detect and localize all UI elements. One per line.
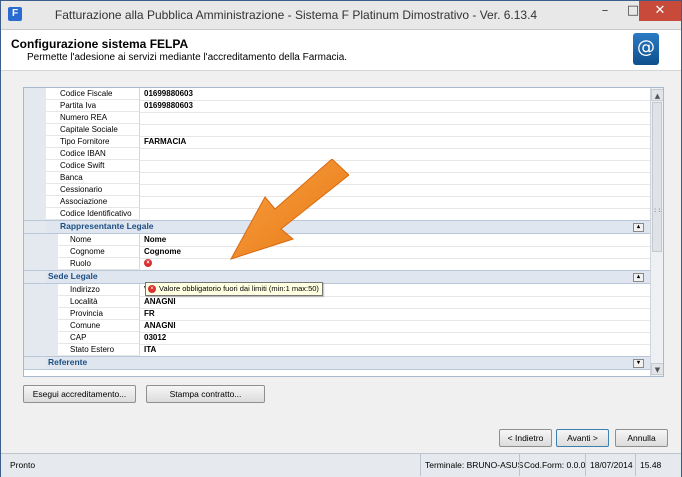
property-label: Località bbox=[58, 296, 140, 308]
scroll-down-arrow-icon[interactable]: ▼ bbox=[651, 363, 663, 375]
esegui-accreditamento-button[interactable]: Esegui accreditamento... bbox=[23, 385, 136, 403]
category-title: Sede Legale bbox=[48, 271, 98, 281]
back-button[interactable]: < Indietro bbox=[499, 429, 552, 447]
row-gutter bbox=[24, 124, 46, 136]
row-gutter bbox=[24, 308, 58, 320]
property-label: Associazione bbox=[46, 196, 140, 208]
row-gutter bbox=[24, 184, 46, 196]
row-gutter bbox=[24, 160, 46, 172]
page-subtitle: Permette l'adesione ai servizi mediante … bbox=[27, 52, 348, 63]
window-title: Fatturazione alla Pubblica Amministrazio… bbox=[54, 8, 538, 22]
row-gutter bbox=[24, 221, 46, 233]
error-icon: × bbox=[148, 284, 156, 293]
property-row-cap[interactable]: CAP 03012 bbox=[24, 332, 650, 345]
property-label: Cognome bbox=[58, 246, 140, 258]
title-bar: F Fatturazione alla Pubblica Amministraz… bbox=[1, 1, 681, 30]
cancel-button[interactable]: Annulla bbox=[615, 429, 668, 447]
property-row-partita-iva[interactable]: Partita Iva 01699880603 bbox=[24, 100, 650, 113]
scrollbar-grip-icon: :: bbox=[653, 206, 662, 214]
minimize-button[interactable]: – bbox=[591, 1, 619, 21]
property-label: CAP bbox=[58, 332, 140, 344]
close-button[interactable]: ✕ bbox=[639, 1, 681, 21]
status-text: Pronto bbox=[10, 460, 36, 470]
property-label: Provincia bbox=[58, 308, 140, 320]
row-gutter bbox=[24, 208, 46, 220]
property-label: Indirizzo bbox=[58, 284, 140, 296]
status-time: 15.48 bbox=[635, 454, 661, 476]
row-gutter bbox=[24, 357, 46, 369]
row-gutter bbox=[24, 332, 58, 344]
row-gutter bbox=[24, 88, 46, 100]
felpa-logo-icon: @ bbox=[633, 33, 659, 65]
row-gutter bbox=[24, 320, 58, 332]
property-label: Ruolo bbox=[58, 258, 140, 270]
category-referente[interactable]: Referente ▾ bbox=[24, 356, 650, 370]
stampa-contratto-button[interactable]: Stampa contratto... bbox=[146, 385, 265, 403]
property-label: Codice IBAN bbox=[46, 148, 140, 160]
property-label: Banca bbox=[46, 172, 140, 184]
row-gutter bbox=[24, 284, 58, 296]
category-title: Rappresentante Legale bbox=[60, 221, 154, 231]
property-row-codice-fiscale[interactable]: Codice Fiscale 01699880603 bbox=[24, 88, 650, 101]
property-row-tipo-fornitore[interactable]: Tipo Fornitore FARMACIA bbox=[24, 136, 650, 149]
row-gutter bbox=[24, 258, 58, 270]
row-gutter bbox=[24, 172, 46, 184]
next-button[interactable]: Avanti > bbox=[556, 429, 609, 447]
scrollbar-thumb[interactable] bbox=[652, 102, 662, 252]
property-row-stato-estero[interactable]: Stato Estero ITA bbox=[24, 344, 650, 357]
status-cod-form: Cod.Form: 0.0.0 bbox=[519, 454, 585, 476]
property-row-comune[interactable]: Comune ANAGNI bbox=[24, 320, 650, 333]
status-bar: Pronto Terminale: BRUNO-ASUS Cod.Form: 0… bbox=[1, 453, 681, 477]
application-window: F Fatturazione alla Pubblica Amministraz… bbox=[0, 0, 682, 477]
property-row-indirizzo[interactable]: Indirizzo V bbox=[24, 284, 650, 297]
scroll-up-arrow-icon[interactable]: ▲ bbox=[651, 89, 663, 101]
expand-toggle-icon[interactable]: ▾ bbox=[633, 359, 644, 368]
page-title: Configurazione sistema FELPA bbox=[11, 37, 189, 51]
category-sede-legale[interactable]: Sede Legale ▴ bbox=[24, 270, 650, 284]
collapse-toggle-icon[interactable]: ▴ bbox=[633, 273, 644, 282]
property-label: Tipo Fornitore bbox=[46, 136, 140, 148]
row-gutter bbox=[24, 136, 46, 148]
property-label: Partita Iva bbox=[46, 100, 140, 112]
property-row-provincia[interactable]: Provincia FR bbox=[24, 308, 650, 321]
validation-tooltip: × Valore obbligatorio fuori dai limiti (m… bbox=[145, 282, 323, 296]
row-gutter bbox=[24, 148, 46, 160]
collapse-toggle-icon[interactable]: ▴ bbox=[633, 223, 644, 232]
property-label: Capitale Sociale bbox=[46, 124, 140, 136]
property-label: Cessionario bbox=[46, 184, 140, 196]
property-row-localita[interactable]: Località ANAGNI bbox=[24, 296, 650, 309]
property-row-capitale-sociale[interactable]: Capitale Sociale bbox=[24, 124, 650, 137]
status-terminal: Terminale: BRUNO-ASUS bbox=[420, 454, 523, 476]
status-date: 18/07/2014 bbox=[585, 454, 633, 476]
property-row-numero-rea[interactable]: Numero REA bbox=[24, 112, 650, 125]
page-header: Configurazione sistema FELPA Permette l'… bbox=[1, 30, 681, 71]
property-label: Nome bbox=[58, 234, 140, 246]
property-label: Numero REA bbox=[46, 112, 140, 124]
row-gutter bbox=[24, 344, 58, 356]
row-gutter bbox=[24, 100, 46, 112]
row-gutter bbox=[24, 112, 46, 124]
property-label: Comune bbox=[58, 320, 140, 332]
tooltip-text: Valore obbligatorio fuori dai limiti (mi… bbox=[159, 284, 319, 293]
row-gutter bbox=[24, 234, 58, 246]
row-gutter bbox=[24, 196, 46, 208]
annotation-arrow-icon bbox=[229, 159, 349, 260]
property-label: Codice Fiscale bbox=[46, 88, 140, 100]
row-gutter bbox=[24, 296, 58, 308]
category-title: Referente bbox=[48, 357, 88, 367]
row-gutter bbox=[24, 246, 58, 258]
vertical-scrollbar[interactable]: ▲ :: ▼ bbox=[650, 88, 663, 376]
row-gutter bbox=[24, 271, 46, 283]
property-label: Codice Identificativo bbox=[46, 208, 140, 220]
property-label: Stato Estero bbox=[58, 344, 140, 356]
error-icon: × bbox=[144, 259, 152, 268]
property-label: Codice Swift bbox=[46, 160, 140, 172]
